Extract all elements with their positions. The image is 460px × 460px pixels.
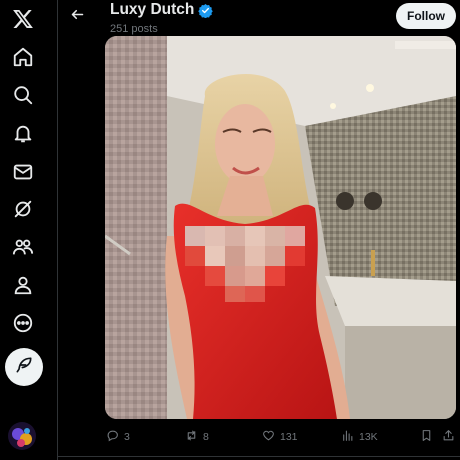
verified-badge-icon xyxy=(198,3,214,18)
search-icon[interactable] xyxy=(4,76,42,114)
post-image[interactable] xyxy=(105,36,456,419)
like-count: 131 xyxy=(280,431,298,443)
bookmark-icon xyxy=(420,429,433,445)
reply-icon xyxy=(106,429,119,445)
profile-name: Luxy Dutch xyxy=(110,1,195,18)
home-icon[interactable] xyxy=(4,38,42,76)
reply-count: 3 xyxy=(124,431,130,443)
grok-icon[interactable] xyxy=(4,190,42,228)
share-button[interactable] xyxy=(442,426,455,448)
feather-icon xyxy=(14,355,34,380)
messages-icon[interactable] xyxy=(4,153,42,191)
reply-button[interactable]: 3 xyxy=(106,426,130,448)
repost-icon xyxy=(185,429,198,445)
like-button[interactable]: 131 xyxy=(262,426,298,448)
repost-button[interactable]: 8 xyxy=(185,426,209,448)
repost-count: 8 xyxy=(203,431,209,443)
arrow-left-icon xyxy=(70,7,85,27)
views-button[interactable]: 13K xyxy=(341,426,378,448)
share-icon xyxy=(442,429,455,445)
left-nav xyxy=(0,0,47,460)
profile-icon[interactable] xyxy=(4,266,42,304)
views-chart-icon xyxy=(341,429,354,445)
post-actions: 3 8 131 13K xyxy=(0,426,460,448)
nav-divider xyxy=(57,0,58,460)
communities-icon[interactable] xyxy=(4,228,42,266)
x-logo-icon[interactable] xyxy=(4,0,42,38)
compose-post-button[interactable] xyxy=(5,348,43,386)
notifications-icon[interactable] xyxy=(4,115,42,153)
bookmark-button[interactable] xyxy=(420,426,433,448)
view-count: 13K xyxy=(359,431,378,443)
heart-icon xyxy=(262,429,275,445)
profile-header: Luxy Dutch 251 posts xyxy=(110,1,214,35)
post-divider xyxy=(57,456,460,457)
more-icon[interactable] xyxy=(4,304,42,342)
profile-name-row: Luxy Dutch xyxy=(110,1,214,19)
follow-button[interactable]: Follow xyxy=(396,3,456,29)
back-button[interactable] xyxy=(64,4,90,30)
post-count: 251 posts xyxy=(110,23,158,35)
